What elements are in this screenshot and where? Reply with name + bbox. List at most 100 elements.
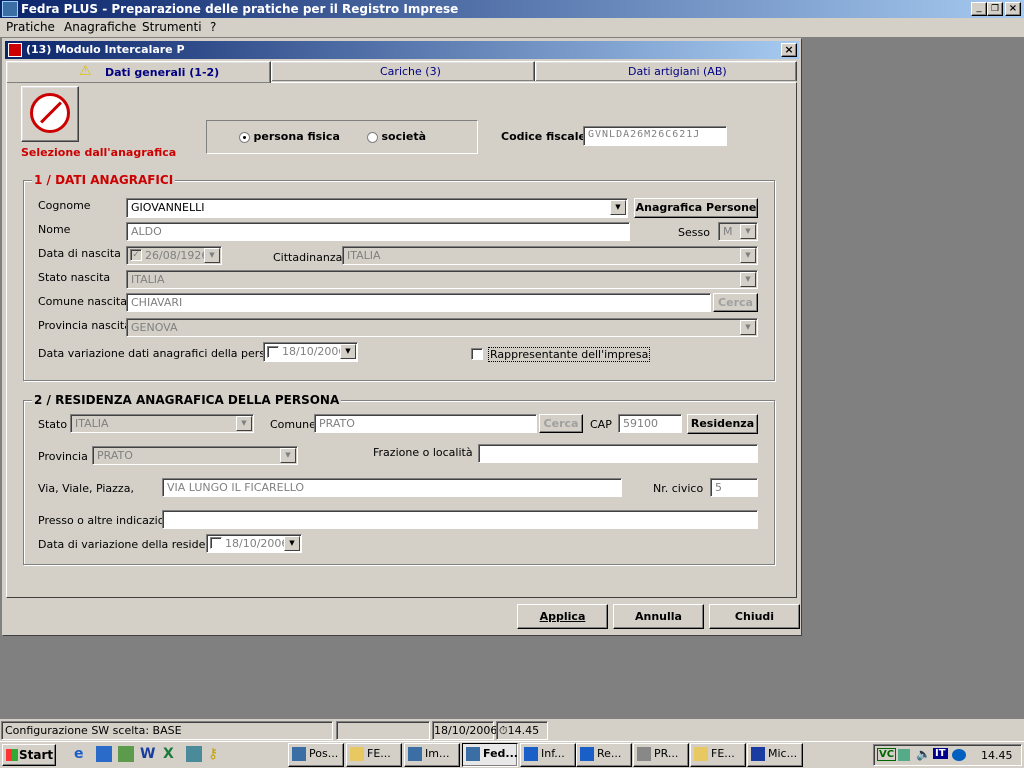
provincia-residenza-select[interactable]: PRATO ▼: [92, 446, 298, 465]
type-group: persona fisica società: [206, 120, 478, 154]
dialog-title-bar: (13) Modulo Intercalare P ×: [5, 41, 799, 59]
cognome-field[interactable]: GIOVANNELLI ▼: [126, 198, 628, 218]
checkbox-icon[interactable]: [210, 537, 222, 549]
chevron-down-icon: ▼: [740, 320, 756, 335]
applica-button[interactable]: Applica: [517, 604, 608, 629]
provincia-nascita-select[interactable]: GENOVA ▼: [126, 318, 758, 337]
selection-label: Selezione dall'anagrafica: [21, 146, 177, 159]
anagrafica-persone-button[interactable]: Anagrafica Persone: [634, 198, 758, 218]
clock-icon: ⏱: [499, 724, 508, 737]
comune-residenza-field[interactable]: PRATO: [314, 414, 537, 433]
window-icon: [408, 747, 422, 761]
app-icon[interactable]: [2, 1, 18, 17]
language-icon[interactable]: IT: [933, 748, 948, 759]
taskbar-item[interactable]: FE...: [346, 743, 402, 767]
browser-icon: [524, 747, 538, 761]
tab-dati-artigiani[interactable]: Dati artigiani (AB): [535, 61, 797, 81]
minimize-button[interactable]: _: [971, 2, 987, 16]
tab-label: Cariche (3): [380, 65, 441, 78]
close-button[interactable]: ×: [1005, 2, 1021, 16]
cittadinanza-select[interactable]: ITALIA ▼: [342, 246, 758, 265]
vc-icon[interactable]: VC: [877, 748, 897, 761]
chiudi-button[interactable]: Chiudi: [709, 604, 800, 629]
stato-residenza-label: Stato: [38, 418, 68, 431]
sesso-select[interactable]: M ▼: [718, 222, 758, 241]
data-variazione-field[interactable]: 18/10/2006 ▼: [263, 342, 358, 362]
outlook-icon[interactable]: [96, 746, 112, 762]
menu-anagrafiche[interactable]: Anagrafiche: [64, 20, 136, 34]
presso-field[interactable]: [162, 510, 758, 529]
start-button[interactable]: Start: [2, 744, 56, 766]
checkbox-icon[interactable]: [267, 346, 279, 358]
taskbar-item[interactable]: Im...: [404, 743, 460, 767]
tab-label: Dati artigiani (AB): [628, 65, 727, 78]
monitor-icon[interactable]: [952, 749, 966, 761]
tab-label: Dati generali (1-2): [105, 66, 220, 79]
menu-bar: Pratiche Anagrafiche Strumenti ?: [0, 18, 1024, 37]
rappresentante-label[interactable]: Rappresentante dell'impresa: [488, 347, 651, 362]
provincia-nascita-label: Provincia nascita: [38, 319, 131, 332]
taskbar-item[interactable]: Pos...: [288, 743, 344, 767]
tab-dati-generali[interactable]: ⚠ Dati generali (1-2): [6, 61, 271, 83]
excel-icon[interactable]: X: [163, 746, 179, 762]
chevron-down-icon: ▼: [280, 448, 296, 463]
civico-field[interactable]: 5: [710, 478, 758, 497]
chevron-down-icon: ▼: [740, 224, 756, 239]
menu-help[interactable]: ?: [210, 20, 216, 34]
radio-societa[interactable]: società: [367, 130, 426, 143]
cittadinanza-label: Cittadinanza: [273, 251, 343, 264]
codice-fiscale-field[interactable]: GVNLDA26M26C621J: [583, 126, 727, 146]
cap-label: CAP: [590, 418, 612, 431]
folder-icon: [694, 747, 708, 761]
internet-explorer-icon[interactable]: e: [74, 746, 90, 762]
dialog-close-button[interactable]: ×: [781, 43, 797, 57]
civico-label: Nr. civico: [653, 482, 704, 495]
taskbar-item[interactable]: Inf...: [520, 743, 576, 767]
taskbar-item[interactable]: FE...: [690, 743, 746, 767]
windows-logo-icon: [6, 749, 18, 761]
cerca-nascita-button[interactable]: Cerca: [713, 293, 758, 312]
key-icon[interactable]: ⚷: [208, 746, 224, 762]
dialog-title: (13) Modulo Intercalare P: [26, 43, 185, 56]
cerca-residenza-button[interactable]: Cerca: [539, 414, 583, 433]
warning-icon: ⚠: [79, 63, 92, 79]
nome-field[interactable]: ALDO: [126, 222, 630, 241]
frazione-field[interactable]: [478, 444, 758, 463]
via-field[interactable]: VIA LUNGO IL FICARELLO: [162, 478, 622, 497]
anagrafica-selection-button[interactable]: [21, 86, 79, 142]
taskbar-item[interactable]: PR...: [633, 743, 689, 767]
radio-persona-fisica[interactable]: persona fisica: [239, 130, 340, 143]
rappresentante-checkbox[interactable]: [471, 348, 483, 360]
control-icon[interactable]: [186, 746, 202, 762]
taskbar-item[interactable]: Mic...: [747, 743, 803, 767]
chevron-down-icon[interactable]: ▼: [340, 344, 356, 359]
menu-strumenti[interactable]: Strumenti: [142, 20, 202, 34]
word-icon[interactable]: W: [140, 746, 156, 762]
comune-nascita-field[interactable]: CHIAVARI: [126, 293, 711, 312]
cap-field[interactable]: 59100: [618, 414, 682, 433]
stato-nascita-select[interactable]: ITALIA ▼: [126, 270, 758, 289]
status-config: Configurazione SW scelta: BASE: [1, 721, 333, 740]
restore-button[interactable]: ❐: [987, 2, 1003, 16]
menu-pratiche[interactable]: Pratiche: [6, 20, 55, 34]
tab-cariche[interactable]: Cariche (3): [271, 61, 535, 81]
network-icon[interactable]: [898, 749, 910, 761]
chevron-down-icon[interactable]: ▼: [284, 536, 300, 551]
fedra-icon: [466, 747, 480, 761]
dialog-window: (13) Modulo Intercalare P × ⚠ Dati gener…: [2, 38, 802, 636]
word-icon: [751, 747, 765, 761]
desktop-icon[interactable]: [118, 746, 134, 762]
chevron-down-icon[interactable]: ▼: [610, 200, 626, 215]
checkbox-icon: ✓: [130, 249, 142, 261]
taskbar-item[interactable]: Re...: [576, 743, 632, 767]
stato-residenza-select[interactable]: ITALIA ▼: [70, 414, 254, 433]
data-residenza-field[interactable]: 18/10/2006 ▼: [206, 534, 302, 553]
annulla-button[interactable]: Annulla: [613, 604, 704, 629]
search-icon: [637, 747, 651, 761]
residenza-button[interactable]: Residenza: [687, 414, 758, 434]
status-date: 18/10/2006: [432, 721, 497, 740]
volume-icon[interactable]: 🔈: [916, 747, 931, 761]
taskbar-item-active[interactable]: Fed...: [462, 743, 518, 767]
comune-residenza-label: Comune: [270, 418, 316, 431]
data-nascita-field[interactable]: ✓ 26/08/1926 ▼: [126, 246, 222, 265]
